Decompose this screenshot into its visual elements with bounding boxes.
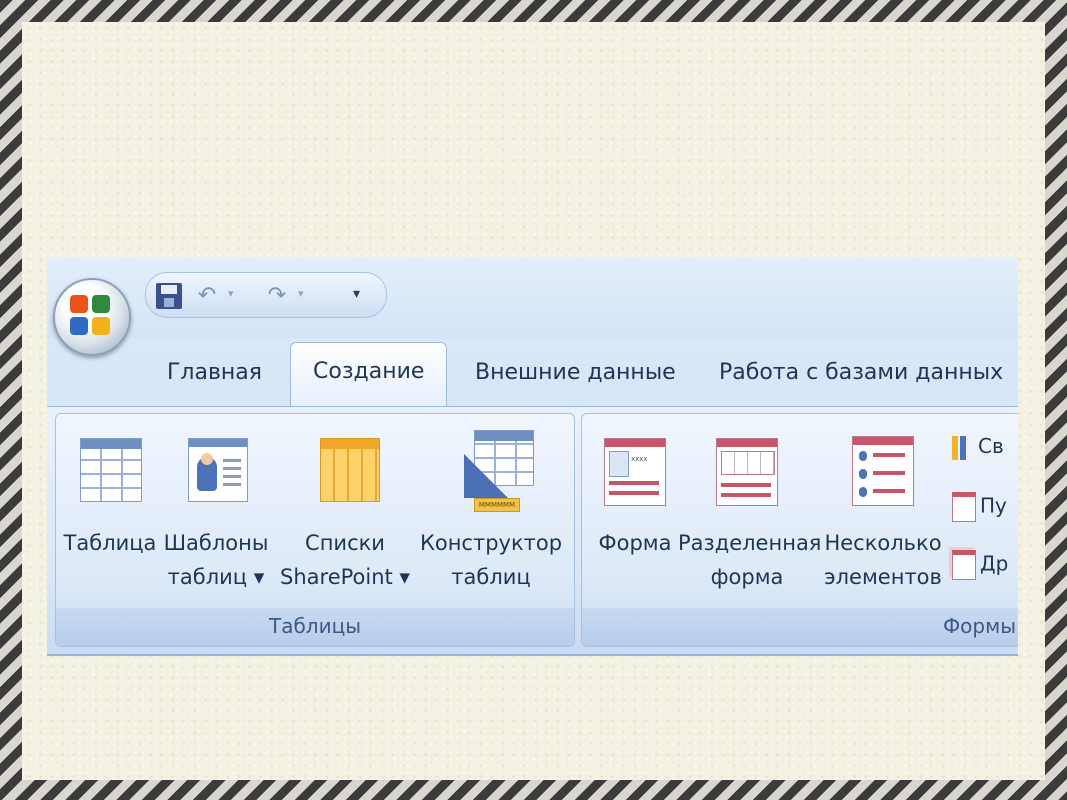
split-form-label-1: Разделенная bbox=[678, 531, 822, 555]
multiple-items-label-2: элементов bbox=[824, 565, 942, 589]
save-icon[interactable] bbox=[156, 283, 182, 309]
multiple-items-label-1: Несколько bbox=[824, 531, 942, 555]
group-tables: Таблица Шаблоны таблиц ▾ Списки SharePoi… bbox=[55, 413, 575, 647]
blank-form-icon bbox=[952, 492, 976, 522]
table-templates-icon bbox=[188, 438, 248, 502]
split-form-button[interactable]: Разделенная форма bbox=[678, 414, 822, 604]
table-templates-button[interactable]: Шаблоны таблиц ▾ bbox=[160, 414, 272, 604]
form-icon: xxxx bbox=[604, 438, 666, 506]
ruler-icon: MMMMMM bbox=[474, 498, 520, 512]
group-forms-label: Формы bbox=[582, 608, 1018, 646]
ribbon-panel: Таблица Шаблоны таблиц ▾ Списки SharePoi… bbox=[47, 406, 1018, 654]
pivot-chart-label: Св bbox=[978, 434, 1004, 458]
table-icon bbox=[80, 438, 142, 502]
split-form-label-2: форма bbox=[710, 565, 784, 589]
more-forms-label: Др bbox=[980, 551, 1009, 576]
table-button[interactable]: Таблица bbox=[60, 414, 160, 604]
undo-icon[interactable]: ↶ bbox=[194, 283, 220, 309]
table-templates-label-1: Шаблоны bbox=[163, 531, 269, 555]
table-design-label-1: Конструктор bbox=[419, 531, 563, 555]
office-logo-icon bbox=[70, 295, 114, 339]
blank-form-label: Пу bbox=[980, 493, 1007, 518]
customize-toolbar-icon[interactable]: ▾ bbox=[353, 286, 360, 302]
tab-home[interactable]: Главная bbox=[167, 360, 262, 385]
form-label: Форма bbox=[598, 531, 672, 555]
multiple-items-button[interactable]: Несколько элементов bbox=[822, 414, 944, 604]
multiple-items-icon bbox=[852, 436, 914, 506]
title-bar: ↶ ▾ ↷ ▾ ▾ bbox=[47, 258, 1018, 338]
tab-database-tools[interactable]: Работа с базами данных bbox=[719, 360, 1003, 385]
sharepoint-lists-icon bbox=[320, 438, 380, 502]
redo-dropdown-icon[interactable]: ▾ bbox=[298, 287, 304, 300]
undo-dropdown-icon[interactable]: ▾ bbox=[228, 287, 234, 300]
ribbon-tabs: Главная Создание Внешние данные Работа с… bbox=[47, 338, 1018, 409]
group-forms: xxxx Форма Разделенная форма Несколько э… bbox=[581, 413, 1018, 647]
form-button[interactable]: xxxx Форма bbox=[590, 414, 680, 604]
more-forms-item[interactable]: Др bbox=[952, 550, 1008, 580]
tab-create[interactable]: Создание bbox=[290, 342, 448, 409]
pivot-chart-item[interactable]: Св bbox=[952, 434, 1004, 460]
sharepoint-lists-button[interactable]: Списки SharePoint ▾ bbox=[280, 414, 410, 604]
tab-external-data[interactable]: Внешние данные bbox=[475, 360, 676, 385]
pivot-chart-icon bbox=[952, 435, 974, 460]
ribbon-screenshot: ↶ ▾ ↷ ▾ ▾ Главная Создание Внешние данны… bbox=[47, 258, 1018, 656]
sharepoint-lists-label-1: Списки bbox=[305, 531, 385, 555]
sharepoint-lists-label-2: SharePoint ▾ bbox=[280, 565, 410, 589]
set-square-icon bbox=[464, 454, 508, 498]
more-forms-icon bbox=[952, 550, 976, 580]
split-form-icon bbox=[716, 438, 778, 506]
table-design-button[interactable]: MMMMMM Конструктор таблиц bbox=[418, 414, 564, 604]
table-button-label: Таблица bbox=[63, 531, 157, 555]
redo-icon[interactable]: ↷ bbox=[264, 283, 290, 309]
quick-access-toolbar: ↶ ▾ ↷ ▾ bbox=[145, 272, 387, 318]
group-tables-label: Таблицы bbox=[56, 608, 574, 646]
table-design-label-2: таблиц bbox=[451, 565, 531, 589]
blank-form-item[interactable]: Пу bbox=[952, 492, 1007, 522]
table-templates-label-2: таблиц ▾ bbox=[167, 565, 265, 589]
